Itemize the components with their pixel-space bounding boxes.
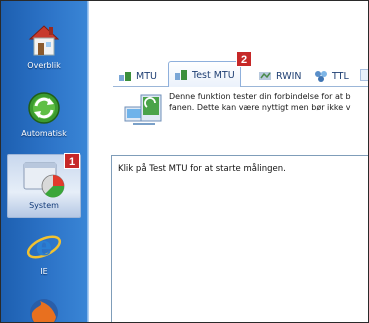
sidebar-item-overblik[interactable]: Overblik bbox=[7, 21, 81, 83]
svg-text:e: e bbox=[36, 232, 53, 262]
tab-test-mtu[interactable]: Test MTU bbox=[168, 61, 241, 88]
tab-rwin[interactable]: RWIN bbox=[253, 65, 307, 87]
network-test-icon bbox=[175, 70, 187, 80]
sidebar-item-label: Overblik bbox=[27, 61, 61, 70]
tab-label: RWIN bbox=[276, 70, 302, 82]
info-section: Denne funktion tester din forbindelse fo… bbox=[121, 87, 368, 147]
sidebar-item-label: Automatisk bbox=[21, 129, 67, 138]
tab-ttl[interactable]: TTL bbox=[309, 65, 354, 87]
sidebar-item-automatisk[interactable]: Automatisk bbox=[7, 89, 81, 151]
output-log-area[interactable]: Klik på Test MTU for at starte målingen. bbox=[111, 155, 368, 322]
sidebar-item-ie[interactable]: e IE bbox=[7, 227, 81, 289]
internet-explorer-icon: e bbox=[26, 232, 62, 262]
sidebar-item-firefox[interactable] bbox=[7, 295, 81, 322]
tab-label: MTU bbox=[136, 70, 157, 82]
system-chart-icon bbox=[23, 162, 65, 198]
info-description: Denne funktion tester din forbindelse fo… bbox=[169, 91, 368, 113]
test-mtu-network-icon bbox=[124, 94, 162, 125]
annotation-marker-1: 1 bbox=[64, 153, 80, 169]
refresh-icon bbox=[28, 92, 60, 124]
info-line-2: fanen. Dette kan være nyttigt men bør ik… bbox=[169, 103, 351, 112]
rwin-icon bbox=[259, 72, 271, 80]
info-line-1: Denne funktion tester din forbindelse fo… bbox=[169, 92, 351, 101]
app-window: Overblik Automatisk System e IE 1 MTU Te… bbox=[0, 0, 369, 323]
sidebar-item-label: System bbox=[29, 201, 59, 210]
output-message: Klik på Test MTU for at starte målingen. bbox=[118, 164, 286, 174]
sidebar: Overblik Automatisk System e IE 1 bbox=[1, 1, 89, 322]
ttl-icon bbox=[315, 71, 327, 82]
tab-scroll-right-button[interactable] bbox=[360, 69, 368, 81]
main-panel: MTU Test MTU RWIN TTL 2 Denne funktion t… bbox=[91, 9, 368, 322]
house-icon bbox=[28, 25, 60, 56]
sidebar-item-label: IE bbox=[40, 267, 48, 276]
tab-label: Test MTU bbox=[192, 69, 235, 81]
firefox-icon bbox=[30, 299, 58, 322]
annotation-marker-2: 2 bbox=[236, 51, 252, 67]
network-icon bbox=[119, 72, 131, 81]
tab-label: TTL bbox=[332, 70, 349, 82]
tab-mtu[interactable]: MTU bbox=[113, 65, 162, 87]
